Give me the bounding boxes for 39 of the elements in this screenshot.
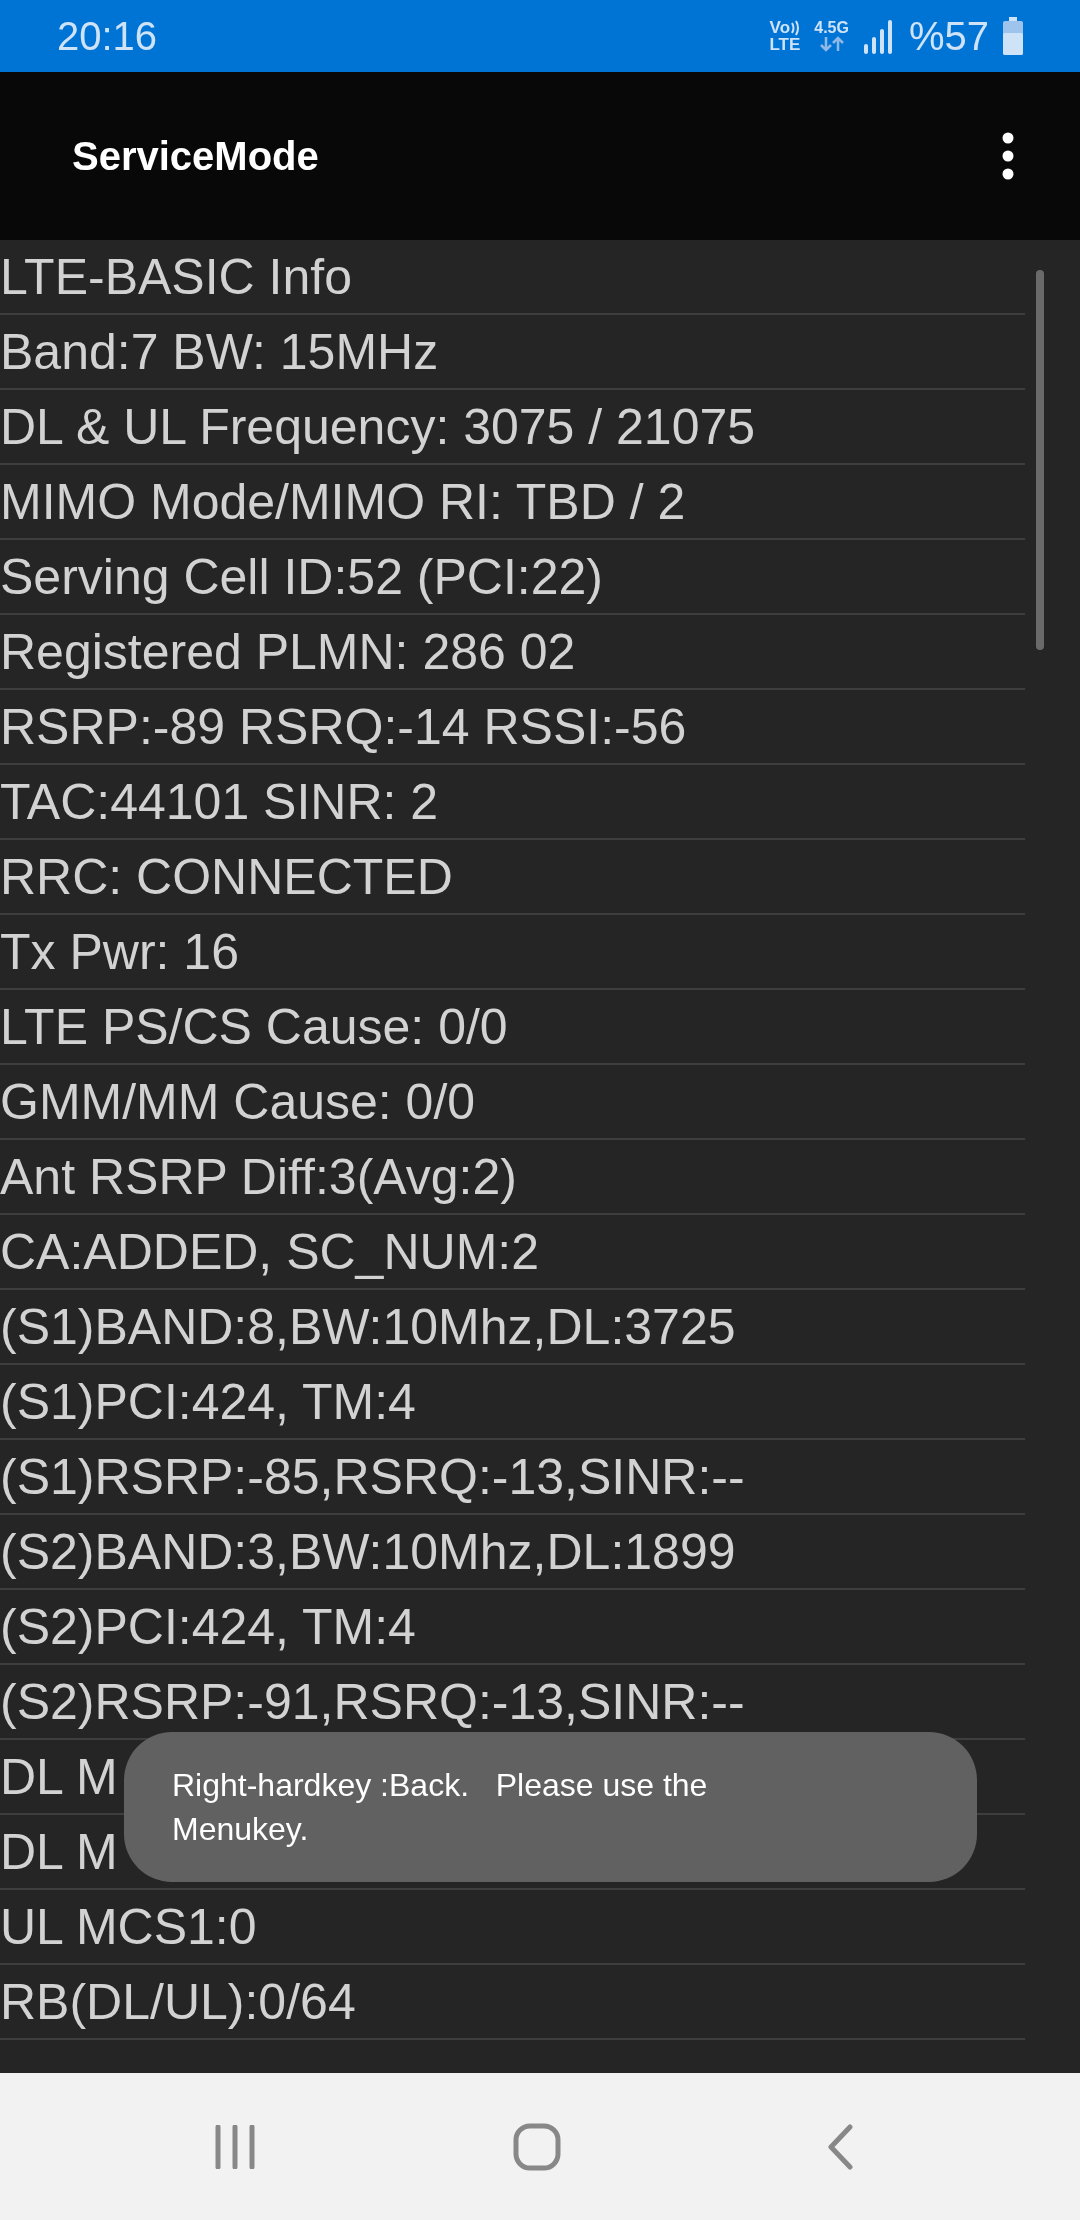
- info-line: (S1)RSRP:-85,RSRQ:-13,SINR:--: [0, 1451, 745, 1502]
- info-line: MIMO Mode/MIMO RI: TBD / 2: [0, 476, 686, 527]
- info-line: RB(DL/UL):0/64: [0, 1976, 356, 2027]
- info-line: (S2)RSRP:-91,RSRQ:-13,SINR:--: [0, 1676, 745, 1727]
- info-line: Band:7 BW: 15MHz: [0, 326, 439, 377]
- info-line: LTE PS/CS Cause: 0/0: [0, 1001, 508, 1052]
- recents-icon: [214, 2124, 256, 2169]
- info-line: UL MCS1:0: [0, 1901, 257, 1952]
- info-line: DL M: [0, 1826, 118, 1877]
- info-line: Tx Pwr: 16: [0, 926, 239, 977]
- info-line: DL M: [0, 1751, 118, 1802]
- back-icon: [826, 2123, 854, 2170]
- app-title: ServiceMode: [72, 133, 319, 180]
- volte-label: Vo: [769, 19, 791, 36]
- info-line: (S1)BAND:8,BW:10Mhz,DL:3725: [0, 1301, 736, 1352]
- battery-percent: %57: [908, 13, 989, 60]
- info-line: LTE-BASIC Info: [0, 251, 352, 302]
- info-line: CA:ADDED, SC_NUM:2: [0, 1226, 539, 1277]
- home-icon: [513, 2122, 561, 2171]
- info-line: Ant RSRP Diff:3(Avg:2): [0, 1151, 517, 1202]
- info-line: RRC: CONNECTED: [0, 851, 453, 902]
- info-line: DL & UL Frequency: 3075 / 21075: [0, 401, 756, 452]
- info-line: TAC:44101 SINR: 2: [0, 776, 439, 827]
- overflow-menu-icon: [1002, 132, 1014, 180]
- waves-icon: [790, 19, 801, 36]
- info-line: GMM/MM Cause: 0/0: [0, 1076, 476, 1127]
- info-line: RSRP:-89 RSRQ:-14 RSSI:-56: [0, 701, 687, 752]
- lte-label: LTE: [769, 36, 801, 53]
- toast-message: Right-hardkey :Back. Please use the Menukey.: [172, 1766, 709, 1849]
- clock-time: 20:16: [57, 13, 158, 60]
- info-line: (S1)PCI:424, TM:4: [0, 1376, 416, 1427]
- data-arrows-icon: [818, 36, 845, 52]
- info-line: (S2)PCI:424, TM:4: [0, 1601, 416, 1652]
- info-line: Serving Cell ID:52 (PCI:22): [0, 551, 603, 602]
- info-line: Registered PLMN: 286 02: [0, 626, 576, 677]
- network-type-label: 4.5G: [814, 20, 849, 36]
- info-line: (S2)BAND:3,BW:10Mhz,DL:1899: [0, 1526, 736, 1577]
- battery-icon: [1003, 17, 1023, 55]
- signal-icon: [862, 18, 895, 54]
